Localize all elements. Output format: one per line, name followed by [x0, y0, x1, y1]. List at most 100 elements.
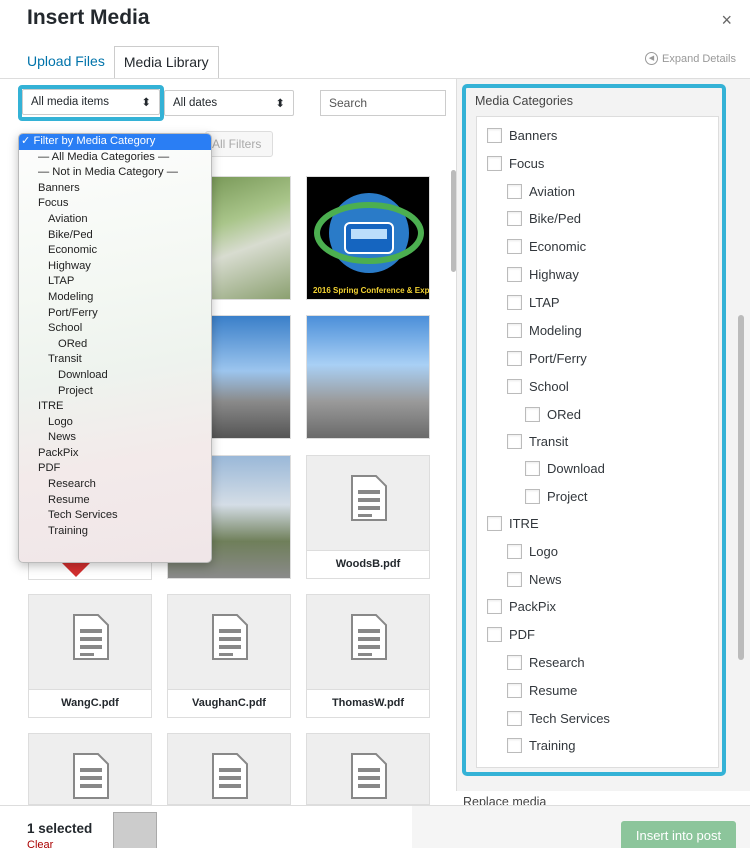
- checkbox-icon[interactable]: [507, 184, 522, 199]
- all-filters-button[interactable]: All Filters: [205, 131, 273, 157]
- dropdown-option[interactable]: Project: [19, 384, 211, 400]
- dropdown-option[interactable]: PDF: [19, 461, 211, 477]
- category-filter-dropdown[interactable]: ✓ Filter by Media Category — All Media C…: [18, 133, 212, 563]
- checkbox-icon[interactable]: [507, 434, 522, 449]
- category-checkbox[interactable]: Project: [525, 489, 587, 504]
- selected-thumbnail[interactable]: [113, 812, 157, 848]
- checkbox-icon[interactable]: [507, 239, 522, 254]
- category-checkbox[interactable]: ORed: [525, 407, 581, 422]
- media-thumb-pdf[interactable]: [306, 733, 430, 805]
- category-checkbox[interactable]: School: [507, 379, 569, 394]
- expand-details-link[interactable]: ◀ Expand Details: [645, 52, 736, 65]
- date-filter-select[interactable]: All dates ⬍: [164, 90, 294, 116]
- category-label: ORed: [547, 407, 581, 422]
- dropdown-option[interactable]: Training: [19, 524, 211, 540]
- dropdown-option[interactable]: Research: [19, 477, 211, 493]
- dropdown-option[interactable]: — All Media Categories —: [19, 150, 211, 166]
- search-input[interactable]: Search: [320, 90, 446, 116]
- category-checkbox[interactable]: Bike/Ped: [507, 211, 581, 226]
- dropdown-option[interactable]: — Not in Media Category —: [19, 165, 211, 181]
- dropdown-option[interactable]: Highway: [19, 259, 211, 275]
- media-thumb-pdf[interactable]: [167, 733, 291, 805]
- dropdown-option[interactable]: Bike/Ped: [19, 228, 211, 244]
- dropdown-option[interactable]: Focus: [19, 196, 211, 212]
- tab-media-library[interactable]: Media Library: [113, 46, 219, 79]
- category-checkbox[interactable]: Port/Ferry: [507, 351, 587, 366]
- category-checkbox[interactable]: Highway: [507, 267, 579, 282]
- expand-details-label: Expand Details: [662, 52, 736, 65]
- media-thumb-pdf-thomas[interactable]: ThomasW.pdf: [306, 594, 430, 718]
- checkbox-icon[interactable]: [507, 572, 522, 587]
- dropdown-option[interactable]: Banners: [19, 181, 211, 197]
- category-checkbox[interactable]: ITRE: [487, 516, 539, 531]
- tab-upload-files[interactable]: Upload Files: [18, 46, 114, 79]
- media-thumb-pdf-woods[interactable]: WoodsB.pdf: [306, 455, 430, 579]
- close-icon[interactable]: ×: [721, 10, 732, 31]
- media-thumb-pdf-vaughan[interactable]: VaughanC.pdf: [167, 594, 291, 718]
- media-thumb-pdf-wang[interactable]: WangC.pdf: [28, 594, 152, 718]
- category-checkbox[interactable]: Modeling: [507, 323, 582, 338]
- dropdown-option[interactable]: ORed: [19, 337, 211, 353]
- dropdown-option-selected[interactable]: ✓ Filter by Media Category: [19, 134, 211, 150]
- media-thumb-conference-logo[interactable]: 2016 Spring Conference & Expo: [306, 176, 430, 300]
- dropdown-option[interactable]: LTAP: [19, 274, 211, 290]
- checkbox-icon[interactable]: [487, 516, 502, 531]
- dropdown-option[interactable]: Download: [19, 368, 211, 384]
- clear-selection-link[interactable]: Clear: [27, 839, 53, 848]
- checkbox-icon[interactable]: [487, 627, 502, 642]
- dropdown-option[interactable]: School: [19, 321, 211, 337]
- category-checkbox[interactable]: News: [507, 572, 562, 587]
- category-checkbox[interactable]: Economic: [507, 239, 586, 254]
- document-icon: [351, 753, 387, 799]
- checkbox-icon[interactable]: [507, 544, 522, 559]
- dropdown-option[interactable]: Resume: [19, 493, 211, 509]
- dropdown-option[interactable]: Transit: [19, 352, 211, 368]
- dropdown-option[interactable]: Tech Services: [19, 508, 211, 524]
- dropdown-option[interactable]: PackPix: [19, 446, 211, 462]
- checkbox-icon[interactable]: [507, 267, 522, 282]
- category-checkbox[interactable]: Banners: [487, 128, 557, 143]
- checkbox-icon[interactable]: [525, 407, 540, 422]
- checkbox-icon[interactable]: [507, 683, 522, 698]
- checkbox-icon[interactable]: [507, 379, 522, 394]
- dropdown-option[interactable]: ITRE: [19, 399, 211, 415]
- dropdown-option[interactable]: Port/Ferry: [19, 306, 211, 322]
- checkbox-icon[interactable]: [507, 295, 522, 310]
- category-checkbox[interactable]: Focus: [487, 156, 544, 171]
- category-checkbox[interactable]: LTAP: [507, 295, 560, 310]
- checkbox-icon[interactable]: [525, 489, 540, 504]
- checkbox-icon[interactable]: [507, 655, 522, 670]
- dropdown-option[interactable]: Aviation: [19, 212, 211, 228]
- category-checkbox[interactable]: Aviation: [507, 184, 575, 199]
- category-checkbox[interactable]: PDF: [487, 627, 535, 642]
- dropdown-option[interactable]: News: [19, 430, 211, 446]
- media-thumb-airport[interactable]: [306, 315, 430, 439]
- category-label: Port/Ferry: [529, 351, 587, 366]
- sidebar-scrollbar[interactable]: [738, 315, 744, 660]
- dropdown-option[interactable]: Logo: [19, 415, 211, 431]
- dropdown-option[interactable]: Modeling: [19, 290, 211, 306]
- category-checkbox[interactable]: Resume: [507, 683, 577, 698]
- category-checkbox[interactable]: Logo: [507, 544, 558, 559]
- checkbox-icon[interactable]: [487, 599, 502, 614]
- media-type-select[interactable]: All media items ⬍: [22, 89, 160, 115]
- category-checkbox[interactable]: Transit: [507, 434, 568, 449]
- checkbox-icon[interactable]: [487, 156, 502, 171]
- category-checkbox[interactable]: Tech Services: [507, 711, 610, 726]
- checkbox-icon[interactable]: [507, 711, 522, 726]
- category-checkbox[interactable]: Download: [525, 461, 605, 476]
- category-checkbox[interactable]: Research: [507, 655, 585, 670]
- category-checkbox[interactable]: Training: [507, 738, 575, 753]
- dropdown-option[interactable]: Economic: [19, 243, 211, 259]
- category-checkbox[interactable]: PackPix: [487, 599, 556, 614]
- checkbox-icon[interactable]: [507, 211, 522, 226]
- document-icon: [351, 614, 387, 660]
- insert-into-post-button[interactable]: Insert into post: [621, 821, 736, 848]
- category-label: Focus: [509, 156, 545, 171]
- checkbox-icon[interactable]: [507, 738, 522, 753]
- checkbox-icon[interactable]: [525, 461, 540, 476]
- checkbox-icon[interactable]: [507, 351, 522, 366]
- checkbox-icon[interactable]: [507, 323, 522, 338]
- media-thumb-pdf[interactable]: [28, 733, 152, 805]
- checkbox-icon[interactable]: [487, 128, 502, 143]
